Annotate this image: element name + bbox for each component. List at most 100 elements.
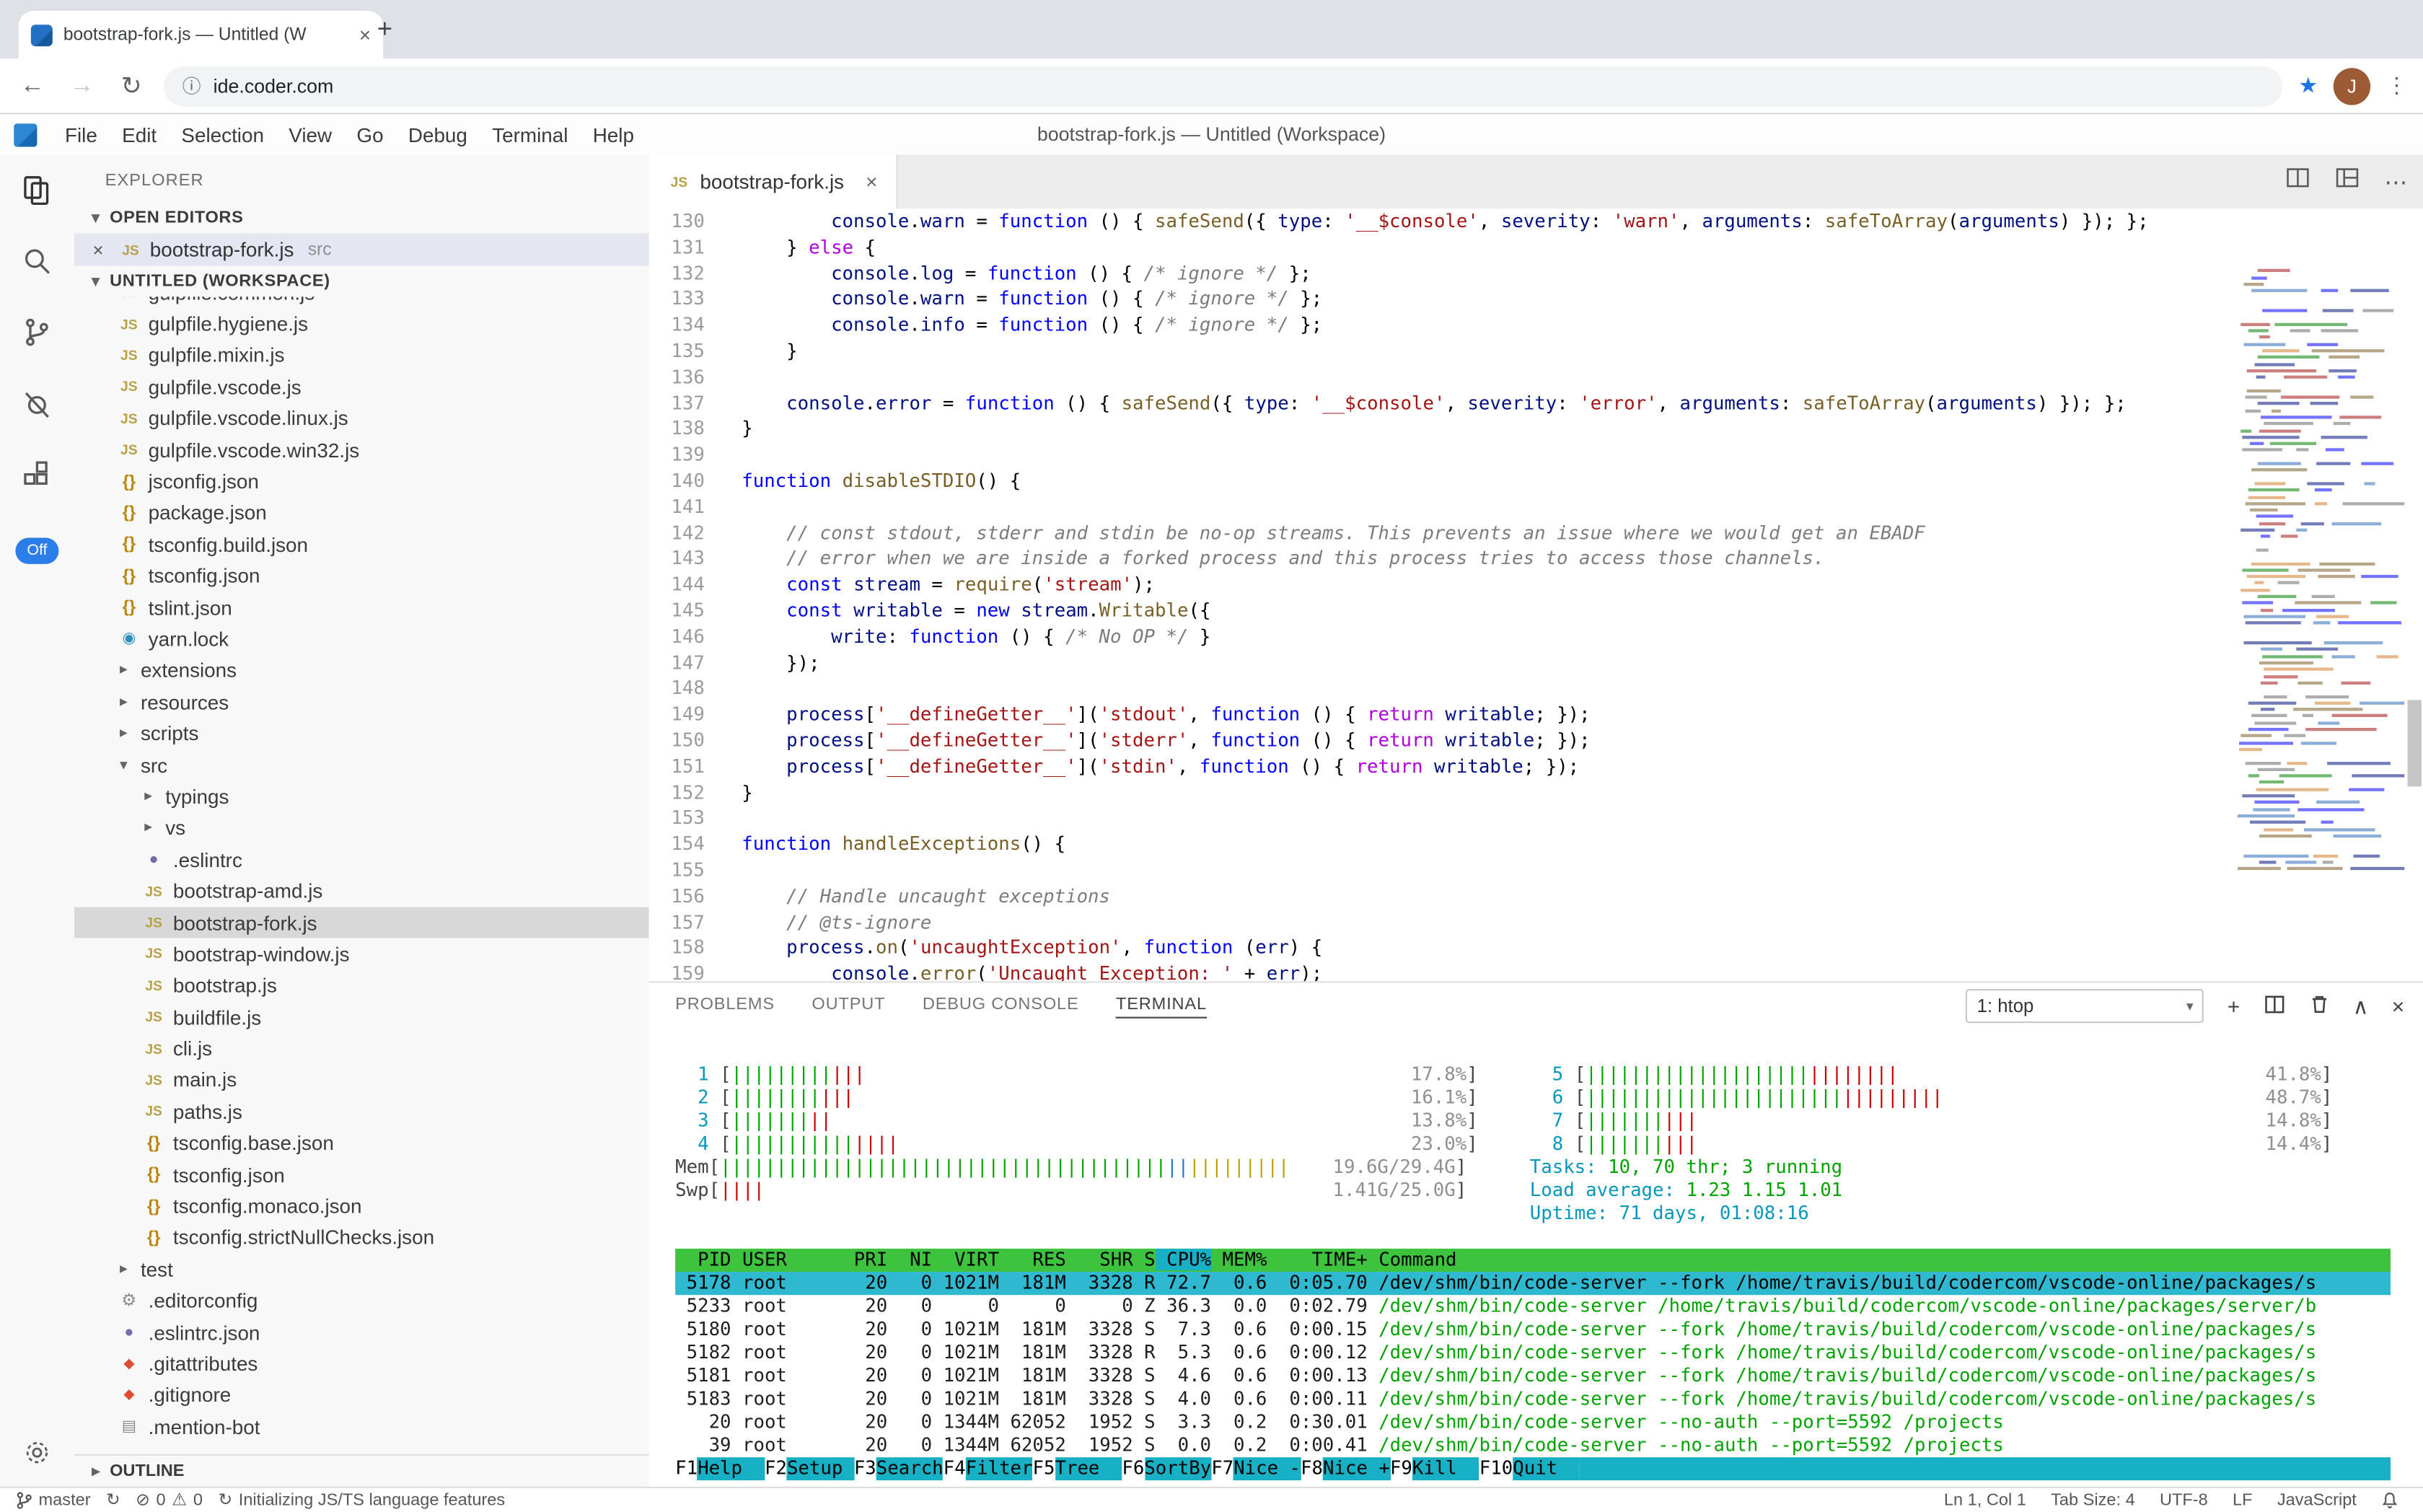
- fkey-f5[interactable]: F5: [1033, 1457, 1055, 1480]
- settings-gear-icon[interactable]: [0, 1437, 74, 1468]
- tree-folder-scripts[interactable]: ▸scripts: [74, 718, 649, 750]
- tree-item-gulpfile.vscode.linux.js[interactable]: JSgulpfile.vscode.linux.js: [74, 403, 649, 434]
- code-line[interactable]: 154function handleExceptions() {: [649, 832, 2423, 858]
- editor-scrollbar[interactable]: [2408, 700, 2422, 786]
- code-line[interactable]: 138}: [649, 416, 2423, 442]
- code-line[interactable]: 151 process['__defineGetter__']('stdin',…: [649, 754, 2423, 780]
- editor-layout-icon[interactable]: [2335, 165, 2360, 198]
- minimap[interactable]: [2231, 263, 2404, 874]
- htop-header[interactable]: PID USER PRI NI VIRT RES SHR S CPU% MEM%…: [675, 1249, 2391, 1272]
- outline-header[interactable]: ▸ OUTLINE: [74, 1454, 649, 1487]
- code-line[interactable]: 156 // Handle uncaught exceptions: [649, 884, 2423, 910]
- tree-item-paths.js[interactable]: JSpaths.js: [74, 1096, 649, 1128]
- git-branch-indicator[interactable]: master: [15, 1490, 90, 1509]
- forward-icon[interactable]: →: [65, 72, 99, 100]
- open-editors-header[interactable]: ▾ OPEN EDITORS: [74, 203, 649, 234]
- tree-item-gulpfile.mixin.js[interactable]: JSgulpfile.mixin.js: [74, 340, 649, 372]
- fkey-f4[interactable]: F4: [944, 1457, 966, 1480]
- encoding-indicator[interactable]: UTF-8: [2160, 1490, 2208, 1509]
- tree-item-cli.js[interactable]: JScli.js: [74, 1033, 649, 1065]
- tree-folder-resources[interactable]: ▸resources: [74, 686, 649, 718]
- code-line[interactable]: 141: [649, 494, 2423, 520]
- code-line[interactable]: 133 console.warn = function () { /* igno…: [649, 286, 2423, 312]
- tree-item-gulpfile.vscode.win32.js[interactable]: JSgulpfile.vscode.win32.js: [74, 434, 649, 466]
- address-bar[interactable]: ⓘ ide.coder.com: [164, 66, 2283, 106]
- tree-item-tsconfig.json[interactable]: {}tsconfig.json: [74, 1159, 649, 1191]
- process-row-5183[interactable]: 5183 root 20 0 1021M 181M 3328 S 4.0 0.6…: [675, 1388, 2391, 1411]
- tree-item-package.json[interactable]: {}package.json: [74, 497, 649, 529]
- fkey-f9[interactable]: F9: [1390, 1457, 1412, 1480]
- menu-go[interactable]: Go: [344, 123, 395, 146]
- search-icon[interactable]: [0, 226, 74, 297]
- tree-item-gulpfile.vscode.js[interactable]: JSgulpfile.vscode.js: [74, 371, 649, 403]
- site-info-icon[interactable]: ⓘ: [183, 73, 201, 99]
- problems-indicator[interactable]: ⊘ 0 ⚠ 0: [136, 1490, 203, 1510]
- sync-button[interactable]: ↻: [106, 1490, 120, 1510]
- explorer-icon[interactable]: [0, 154, 74, 226]
- tree-item-tsconfig.build.json[interactable]: {}tsconfig.build.json: [74, 529, 649, 561]
- code-line[interactable]: 142 // const stdout, stderr and stdin be…: [649, 520, 2423, 546]
- code-line[interactable]: 131 } else {: [649, 234, 2423, 260]
- language-indicator[interactable]: JavaScript: [2277, 1490, 2357, 1509]
- fkey-f7[interactable]: F7: [1211, 1457, 1234, 1480]
- fkey-f2[interactable]: F2: [765, 1457, 787, 1480]
- panel-tab-debug-console[interactable]: DEBUG CONSOLE: [923, 995, 1079, 1018]
- url-text[interactable]: ide.coder.com: [214, 75, 334, 97]
- code-line[interactable]: 149 process['__defineGetter__']('stdout'…: [649, 702, 2423, 728]
- code-line[interactable]: 147 });: [649, 650, 2423, 676]
- kill-terminal-icon[interactable]: [2308, 993, 2330, 1018]
- tree-item-.editorconfig[interactable]: ⚙.editorconfig: [74, 1285, 649, 1317]
- code-line[interactable]: 157 // @ts-ignore: [649, 910, 2423, 936]
- tree-item-gulpfile.common.js[interactable]: JSgulpfile.common.js: [74, 296, 649, 308]
- terminal-selector[interactable]: 1: htop ▾: [1966, 989, 2204, 1023]
- process-row-5181[interactable]: 5181 root 20 0 1021M 181M 3328 S 4.6 0.6…: [675, 1365, 2391, 1388]
- editor-tab-bootstrap-fork[interactable]: JS bootstrap-fork.js ×: [649, 154, 897, 208]
- tree-item-jsconfig.json[interactable]: {}jsconfig.json: [74, 466, 649, 498]
- tree-item-main.js[interactable]: JSmain.js: [74, 1064, 649, 1096]
- tree-item-bootstrap-amd.js[interactable]: JSbootstrap-amd.js: [74, 875, 649, 907]
- fkey-f6[interactable]: F6: [1122, 1457, 1144, 1480]
- code-line[interactable]: 144 const stream = require('stream');: [649, 572, 2423, 598]
- avatar[interactable]: J: [2334, 67, 2370, 104]
- process-row-5182[interactable]: 5182 root 20 0 1021M 181M 3328 R 5.3 0.6…: [675, 1341, 2391, 1364]
- tree-item-tsconfig.json[interactable]: {}tsconfig.json: [74, 561, 649, 592]
- new-terminal-icon[interactable]: +: [2228, 995, 2240, 1017]
- tree-item-tsconfig.strictNullChecks.json[interactable]: {}tsconfig.strictNullChecks.json: [74, 1222, 649, 1254]
- code-line[interactable]: 140function disableSTDIO() {: [649, 468, 2423, 494]
- more-actions-icon[interactable]: ⋯: [2384, 167, 2407, 195]
- tree-item-buildfile.js[interactable]: JSbuildfile.js: [74, 1001, 649, 1033]
- process-row-20[interactable]: 20 root 20 0 1344M 62052 1952 S 3.3 0.2 …: [675, 1411, 2391, 1434]
- tree-item-bootstrap-window.js[interactable]: JSbootstrap-window.js: [74, 939, 649, 970]
- fkey-f1[interactable]: F1: [675, 1457, 698, 1480]
- bookmark-star-icon[interactable]: ★: [2298, 73, 2318, 99]
- eol-indicator[interactable]: LF: [2233, 1490, 2253, 1509]
- bell-icon[interactable]: [2381, 1490, 2398, 1509]
- htop-fkeys[interactable]: F1Help F2Setup F3SearchF4FilterF5Tree F6…: [675, 1457, 2391, 1480]
- code-line[interactable]: 153: [649, 806, 2423, 832]
- panel-tab-problems[interactable]: PROBLEMS: [675, 995, 775, 1018]
- code-line[interactable]: 152}: [649, 780, 2423, 806]
- menu-file[interactable]: File: [53, 123, 110, 146]
- code-line[interactable]: 136: [649, 364, 2423, 390]
- process-row-39[interactable]: 39 root 20 0 1344M 62052 1952 S 0.0 0.2 …: [675, 1434, 2391, 1457]
- code-line[interactable]: 148: [649, 676, 2423, 702]
- menu-selection[interactable]: Selection: [169, 123, 276, 146]
- offline-toggle[interactable]: Off: [15, 537, 58, 563]
- menu-view[interactable]: View: [276, 123, 344, 146]
- code-editor[interactable]: 130 console.warn = function () { safeSen…: [649, 208, 2423, 981]
- terminal[interactable]: 1 [||||||||||||17.8%] 5 [|||||||||||||||…: [649, 1029, 2423, 1488]
- tree-item-gulpfile.hygiene.js[interactable]: JSgulpfile.hygiene.js: [74, 308, 649, 340]
- code-line[interactable]: 137 console.error = function () { safeSe…: [649, 390, 2423, 416]
- cursor-position[interactable]: Ln 1, Col 1: [1944, 1490, 2026, 1509]
- code-line[interactable]: 155: [649, 858, 2423, 884]
- panel-tab-output[interactable]: OUTPUT: [812, 995, 885, 1018]
- maximize-panel-icon[interactable]: ∧: [2353, 995, 2369, 1017]
- tree-item-tsconfig.monaco.json[interactable]: {}tsconfig.monaco.json: [74, 1190, 649, 1222]
- tree-item-bootstrap-fork.js[interactable]: JSbootstrap-fork.js: [74, 907, 649, 939]
- close-tab-icon[interactable]: ×: [866, 170, 877, 193]
- code-line[interactable]: 135 }: [649, 338, 2423, 364]
- menu-edit[interactable]: Edit: [110, 123, 169, 146]
- tree-folder-vs[interactable]: ▸vs: [74, 812, 649, 844]
- code-line[interactable]: 145 const writable = new stream.Writable…: [649, 598, 2423, 624]
- source-control-icon[interactable]: [0, 296, 74, 368]
